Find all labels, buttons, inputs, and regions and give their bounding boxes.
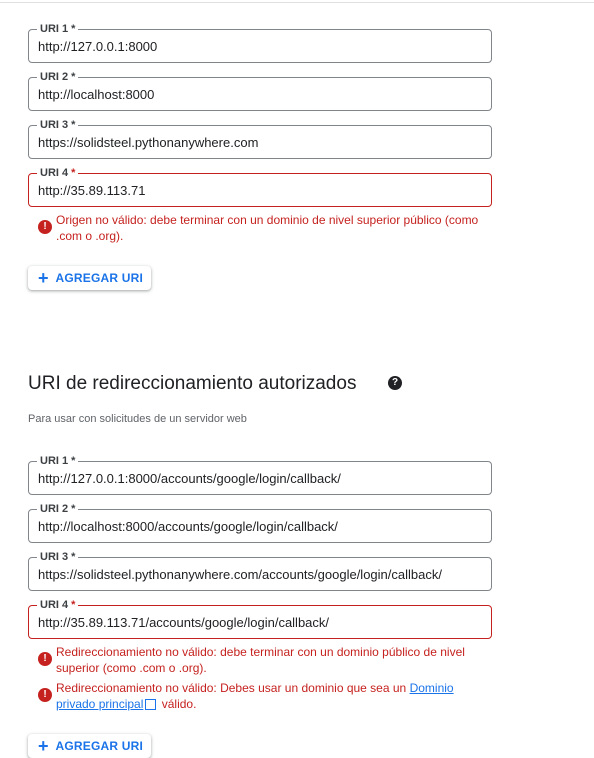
add-button-label: AGREGAR URI: [55, 739, 144, 753]
error-icon: !: [38, 688, 52, 702]
section-subtitle: Para usar con solicitudes de un servidor…: [28, 413, 247, 425]
error-text-prefix: Redireccionamiento no válido: Debes usar…: [56, 681, 407, 695]
field-label: URI 1 *: [37, 454, 79, 468]
origin-uri-2-field[interactable]: URI 2 * http://localhost:8000: [28, 70, 492, 111]
field-value[interactable]: http://35.89.113.71/accounts/google/logi…: [38, 614, 329, 631]
field-value[interactable]: https://solidsteel.pythonanywhere.com/ac…: [38, 566, 442, 583]
field-value[interactable]: http://localhost:8000/accounts/google/lo…: [38, 518, 338, 535]
field-label: URI 3 *: [37, 550, 79, 564]
field-value[interactable]: http://localhost:8000: [38, 86, 154, 103]
redirect-uri-1-field[interactable]: URI 1 * http://127.0.0.1:8000/accounts/go…: [28, 454, 492, 495]
redirect-uri-3-field[interactable]: URI 3 * https://solidsteel.pythonanywhere…: [28, 550, 492, 591]
error-text: Redireccionamiento no válido: Debes usar…: [56, 680, 486, 712]
field-value[interactable]: https://solidsteel.pythonanywhere.com: [38, 134, 258, 151]
redirect-uri-2-field[interactable]: URI 2 * http://localhost:8000/accounts/go…: [28, 502, 492, 543]
error-text: Origen no válido: debe terminar con un d…: [56, 213, 479, 243]
plus-icon: +: [38, 736, 49, 756]
field-label: URI 2 *: [37, 70, 79, 84]
help-icon[interactable]: ?: [388, 376, 402, 390]
field-label: URI 1 *: [37, 22, 79, 36]
add-button-label: AGREGAR URI: [55, 271, 144, 285]
field-label: URI 4 *: [37, 166, 79, 180]
error-icon: !: [38, 220, 52, 234]
field-value[interactable]: http://127.0.0.1:8000/accounts/google/lo…: [38, 470, 341, 487]
error-text: Redireccionamiento no válido: debe termi…: [56, 645, 465, 675]
error-icon: !: [38, 652, 52, 666]
add-redirect-uri-button[interactable]: + AGREGAR URI: [28, 734, 152, 758]
origin-uri-3-field[interactable]: URI 3 * https://solidsteel.pythonanywhere…: [28, 118, 492, 159]
field-label: URI 3 *: [37, 118, 79, 132]
field-label: URI 4 *: [37, 598, 79, 612]
add-origin-uri-button[interactable]: + AGREGAR URI: [28, 266, 152, 290]
external-link-icon[interactable]: [145, 699, 157, 711]
redirect-uri-4-field[interactable]: URI 4 * http://35.89.113.71/accounts/goog…: [28, 598, 492, 639]
top-divider: [0, 2, 594, 3]
field-value[interactable]: http://35.89.113.71: [38, 182, 145, 199]
section-title: URI de redireccionamiento autorizados: [28, 373, 357, 394]
field-value[interactable]: http://127.0.0.1:8000: [38, 38, 157, 55]
origin-uri-1-field[interactable]: URI 1 * http://127.0.0.1:8000: [28, 22, 492, 63]
error-text-suffix: válido.: [161, 697, 197, 711]
field-label: URI 2 *: [37, 502, 79, 516]
origin-uri-4-field[interactable]: URI 4 * http://35.89.113.71: [28, 166, 492, 207]
plus-icon: +: [38, 268, 49, 288]
